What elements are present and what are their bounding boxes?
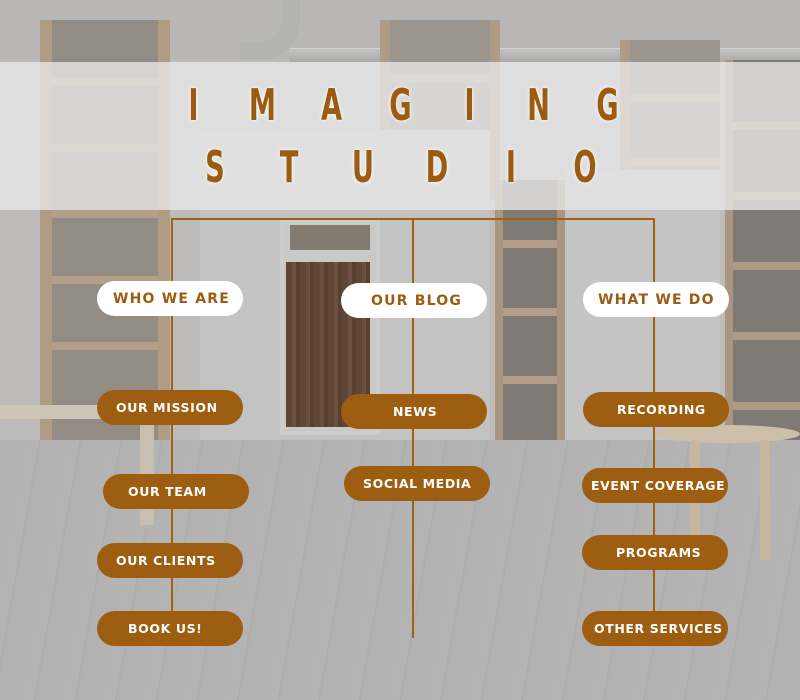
nav-item-news[interactable]: NEWS bbox=[341, 394, 487, 429]
nav-item-label: OUR MISSION bbox=[116, 400, 218, 415]
title-letter: U bbox=[351, 142, 375, 193]
nav-item-our-team[interactable]: OUR TEAM bbox=[103, 474, 249, 509]
title-letter: O bbox=[573, 142, 597, 193]
nav-item-our-clients[interactable]: OUR CLIENTS bbox=[97, 543, 243, 578]
title-line-imaging: I M A G I N G bbox=[0, 80, 800, 131]
round-table-leg bbox=[760, 440, 770, 560]
nav-item-social-media[interactable]: SOCIAL MEDIA bbox=[344, 466, 490, 501]
title-letter: G bbox=[595, 80, 619, 131]
nav-item-label: BOOK US! bbox=[128, 621, 203, 636]
title-letter: G bbox=[388, 80, 412, 131]
nav-heading-who-we-are[interactable]: WHO WE ARE bbox=[97, 281, 243, 316]
title-line-studio: S T U D I O bbox=[0, 142, 800, 193]
round-table-top bbox=[655, 425, 800, 443]
nav-heading-what-we-do[interactable]: WHAT WE DO bbox=[583, 282, 729, 317]
ceiling-duct bbox=[290, 48, 800, 62]
nav-item-label: EVENT COVERAGE bbox=[591, 478, 726, 493]
nav-item-recording[interactable]: RECORDING bbox=[583, 392, 729, 427]
wooden-shelf-center-right bbox=[495, 180, 565, 470]
nav-heading-label: WHAT WE DO bbox=[598, 291, 715, 308]
nav-item-our-mission[interactable]: OUR MISSION bbox=[97, 390, 243, 425]
title-letter: N bbox=[526, 80, 550, 131]
title-letter: T bbox=[279, 142, 299, 193]
title-letter: I bbox=[505, 142, 517, 193]
nav-item-label: OUR CLIENTS bbox=[116, 553, 216, 568]
nav-item-other-services[interactable]: OTHER SERVICES bbox=[582, 611, 728, 646]
nav-item-label: RECORDING bbox=[617, 402, 706, 417]
nav-heading-label: OUR BLOG bbox=[371, 292, 463, 309]
nav-item-programs[interactable]: PROGRAMS bbox=[582, 535, 728, 570]
nav-item-label: OUR TEAM bbox=[128, 484, 207, 499]
nav-item-label: OTHER SERVICES bbox=[594, 621, 723, 636]
nav-heading-our-blog[interactable]: OUR BLOG bbox=[341, 283, 487, 318]
doorway-transom-window bbox=[290, 225, 370, 250]
nav-item-label: NEWS bbox=[393, 404, 438, 419]
nav-item-label: PROGRAMS bbox=[616, 545, 702, 560]
nav-item-label: SOCIAL MEDIA bbox=[363, 476, 472, 491]
nav-heading-label: WHO WE ARE bbox=[113, 290, 230, 307]
title-letter: D bbox=[425, 142, 449, 193]
title-letter: I bbox=[463, 80, 475, 131]
title-letter: M bbox=[248, 80, 276, 131]
nav-item-event-coverage[interactable]: EVENT COVERAGE bbox=[582, 468, 728, 503]
nav-item-book-us[interactable]: BOOK US! bbox=[97, 611, 243, 646]
title-letter: I bbox=[187, 80, 199, 131]
title-letter: A bbox=[320, 80, 342, 131]
title-letter: S bbox=[205, 142, 225, 193]
